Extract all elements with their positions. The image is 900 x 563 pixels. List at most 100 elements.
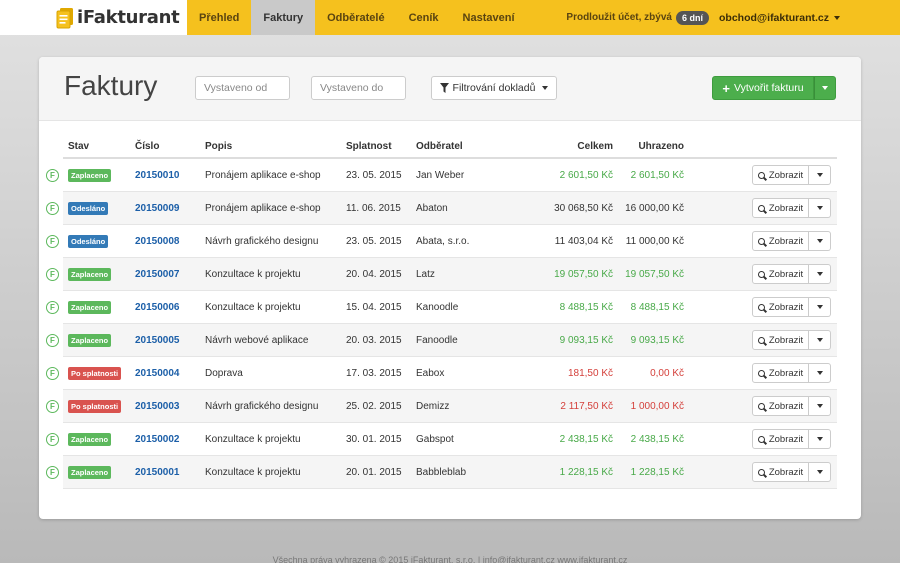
- table-row[interactable]: F Zaplaceno 20150001 Konzultace k projektu 2…: [46, 456, 837, 489]
- create-invoice-label: Vytvořit fakturu: [733, 82, 804, 94]
- days-left-badge: 6 dní: [675, 10, 709, 25]
- table-row[interactable]: F Zaplaceno 20150007 Konzultace k projektu 2…: [46, 258, 837, 291]
- invoice-f-icon[interactable]: F: [46, 301, 59, 314]
- account-menu[interactable]: obchod@ifakturant.cz: [719, 12, 840, 24]
- view-label: Zobrazit: [768, 169, 804, 181]
- table-row[interactable]: F Odesláno 20150009 Pronájem aplikace e-sho…: [46, 192, 837, 225]
- row-actions-dropdown-toggle[interactable]: [809, 231, 831, 251]
- invoice-total: 11 403,04 Kč: [554, 235, 613, 247]
- col-due-date-header[interactable]: Splatnost: [346, 141, 416, 152]
- row-actions: Zobrazit: [752, 231, 831, 251]
- invoice-client: Babbleblab: [416, 466, 467, 478]
- chevron-down-icon: [816, 371, 823, 375]
- account-email: obchod@ifakturant.cz: [719, 11, 829, 24]
- row-actions-dropdown-toggle[interactable]: [809, 330, 831, 350]
- col-total-header[interactable]: Celkem: [516, 141, 613, 152]
- view-invoice-button[interactable]: Zobrazit: [752, 231, 809, 251]
- col-paid-header[interactable]: Uhrazeno: [613, 141, 684, 152]
- view-invoice-button[interactable]: Zobrazit: [752, 264, 809, 284]
- invoices-table: Stav Číslo Popis Splatnost Odběratel Cel…: [46, 136, 837, 489]
- issued-to-input[interactable]: [311, 76, 406, 100]
- invoice-paid: 1 228,15 Kč: [630, 466, 684, 478]
- invoice-number-link[interactable]: 20150008: [135, 236, 180, 247]
- invoice-number-link[interactable]: 20150006: [135, 302, 180, 313]
- table-row[interactable]: F Zaplaceno 20150005 Návrh webové aplikace 2…: [46, 324, 837, 357]
- invoice-number-link[interactable]: 20150010: [135, 170, 180, 181]
- view-label: Zobrazit: [768, 301, 804, 313]
- search-icon: [757, 369, 765, 377]
- invoice-number-link[interactable]: 20150009: [135, 203, 180, 214]
- col-status-header[interactable]: Stav: [63, 141, 135, 152]
- brand[interactable]: iFakturant: [0, 0, 187, 35]
- extend-account-link[interactable]: Prodloužit účet, zbývá 6 dní: [566, 10, 709, 25]
- invoice-number-link[interactable]: 20150002: [135, 434, 180, 445]
- invoice-client: Kanoodle: [416, 301, 459, 313]
- col-client-header[interactable]: Odběratel: [416, 141, 516, 152]
- invoice-f-icon[interactable]: F: [46, 334, 59, 347]
- row-actions-dropdown-toggle[interactable]: [809, 165, 831, 185]
- invoice-number-link[interactable]: 20150005: [135, 335, 180, 346]
- nav-item-0[interactable]: Přehled: [187, 0, 251, 35]
- col-description-header[interactable]: Popis: [205, 141, 346, 152]
- invoice-paid: 2 438,15 Kč: [630, 433, 684, 445]
- nav-item-2[interactable]: Odběratelé: [315, 0, 396, 35]
- row-actions-dropdown-toggle[interactable]: [809, 462, 831, 482]
- invoice-paid: 16 000,00 Kč: [625, 202, 684, 214]
- nav-item-4[interactable]: Nastavení: [451, 0, 527, 35]
- row-actions-dropdown-toggle[interactable]: [809, 396, 831, 416]
- view-invoice-button[interactable]: Zobrazit: [752, 330, 809, 350]
- invoice-f-icon[interactable]: F: [46, 169, 59, 182]
- invoice-number-link[interactable]: 20150003: [135, 401, 180, 412]
- invoice-f-icon[interactable]: F: [46, 433, 59, 446]
- invoice-f-icon[interactable]: F: [46, 235, 59, 248]
- row-actions-dropdown-toggle[interactable]: [809, 198, 831, 218]
- chevron-down-icon: [834, 15, 840, 20]
- invoice-number-link[interactable]: 20150001: [135, 467, 180, 478]
- invoice-number-link[interactable]: 20150007: [135, 269, 180, 280]
- view-invoice-button[interactable]: Zobrazit: [752, 165, 809, 185]
- issued-from-input[interactable]: [195, 76, 290, 100]
- view-invoice-button[interactable]: Zobrazit: [752, 297, 809, 317]
- chevron-down-icon: [816, 470, 823, 474]
- col-number-header[interactable]: Číslo: [135, 141, 205, 152]
- chevron-down-icon: [816, 437, 823, 441]
- view-invoice-button[interactable]: Zobrazit: [752, 462, 809, 482]
- table-row[interactable]: F Zaplaceno 20150006 Konzultace k projektu 1…: [46, 291, 837, 324]
- invoice-f-icon[interactable]: F: [46, 202, 59, 215]
- table-row[interactable]: F Zaplaceno 20150010 Pronájem aplikace e-sh…: [46, 159, 837, 192]
- row-actions: Zobrazit: [752, 165, 831, 185]
- row-actions-dropdown-toggle[interactable]: [809, 363, 831, 383]
- invoice-f-icon[interactable]: F: [46, 400, 59, 413]
- view-invoice-button[interactable]: Zobrazit: [752, 198, 809, 218]
- table-row[interactable]: F Zaplaceno 20150002 Konzultace k projektu 3…: [46, 423, 837, 456]
- nav-item-1[interactable]: Faktury: [251, 0, 316, 35]
- row-actions-dropdown-toggle[interactable]: [809, 297, 831, 317]
- filter-documents-button[interactable]: Filtrování dokladů: [431, 76, 557, 100]
- invoices-panel: Faktury Filtrování dokladů + Vytvořit fa…: [39, 57, 861, 519]
- table-row[interactable]: F Po splatnosti 20150004 Doprava 17. 03. 201…: [46, 357, 837, 390]
- nav-item-3[interactable]: Ceník: [397, 0, 451, 35]
- status-badge: Zaplaceno: [68, 465, 112, 479]
- create-invoice-button[interactable]: + Vytvořit fakturu: [712, 76, 814, 100]
- status-badge: Odesláno: [68, 201, 109, 215]
- search-icon: [757, 468, 765, 476]
- invoice-due-date: 11. 06. 2015: [346, 202, 401, 214]
- invoice-f-icon[interactable]: F: [46, 268, 59, 281]
- row-actions-dropdown-toggle[interactable]: [809, 429, 831, 449]
- invoice-f-icon[interactable]: F: [46, 466, 59, 479]
- invoice-number-link[interactable]: 20150004: [135, 368, 180, 379]
- view-invoice-button[interactable]: Zobrazit: [752, 363, 809, 383]
- invoice-description: Pronájem aplikace e-shop: [205, 169, 321, 181]
- row-actions: Zobrazit: [752, 330, 831, 350]
- invoice-total: 181,50 Kč: [567, 367, 613, 379]
- invoice-description: Pronájem aplikace e-shop: [205, 202, 321, 214]
- invoice-f-icon[interactable]: F: [46, 367, 59, 380]
- create-invoice-dropdown-toggle[interactable]: [814, 76, 836, 100]
- view-invoice-button[interactable]: Zobrazit: [752, 396, 809, 416]
- table-header: Stav Číslo Popis Splatnost Odběratel Cel…: [63, 136, 837, 159]
- invoice-client: Abata, s.r.o.: [416, 235, 470, 247]
- view-invoice-button[interactable]: Zobrazit: [752, 429, 809, 449]
- table-row[interactable]: F Po splatnosti 20150003 Návrh grafického d…: [46, 390, 837, 423]
- table-row[interactable]: F Odesláno 20150008 Návrh grafického design…: [46, 225, 837, 258]
- row-actions-dropdown-toggle[interactable]: [809, 264, 831, 284]
